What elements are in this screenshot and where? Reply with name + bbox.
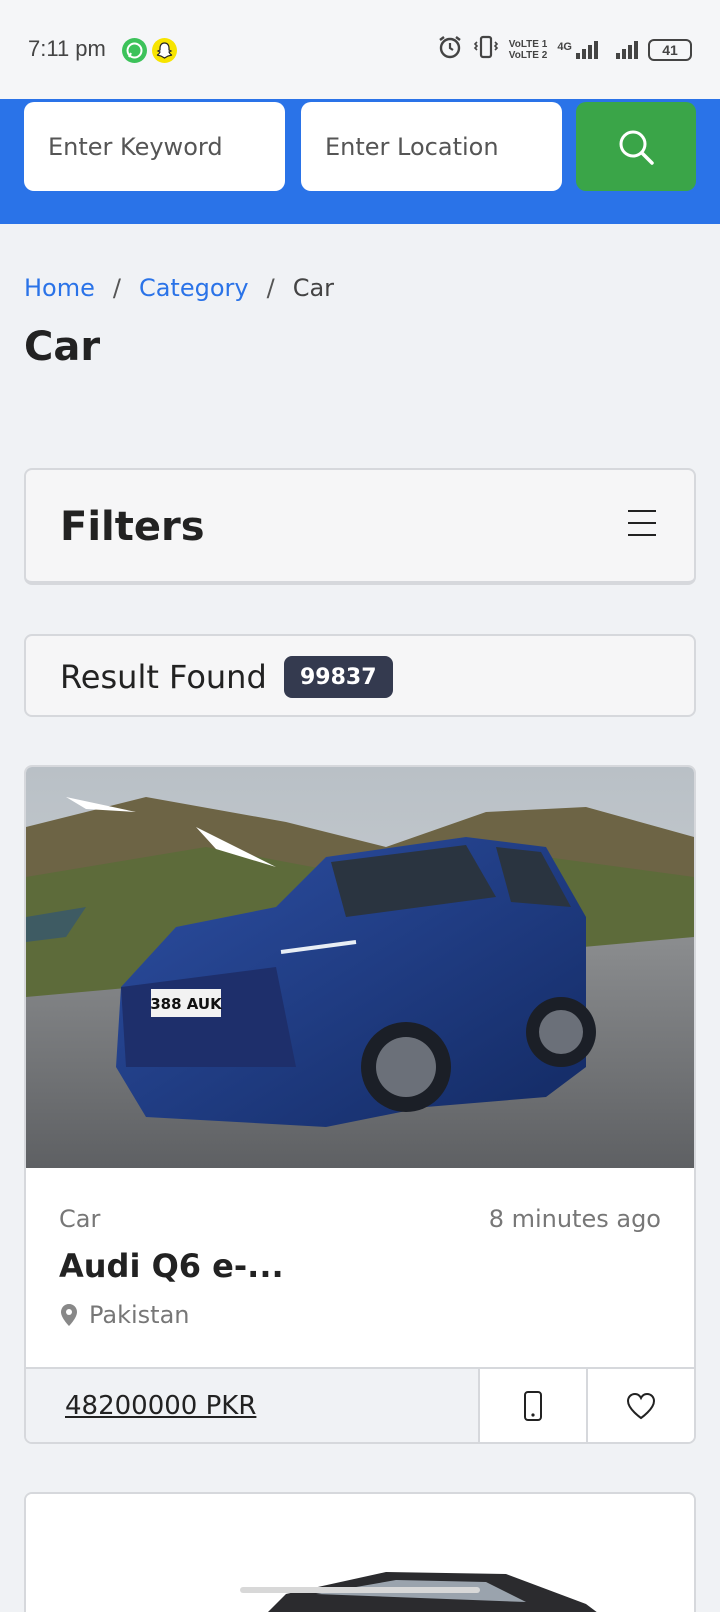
search-header	[0, 99, 720, 224]
vibrate-icon	[473, 34, 499, 65]
listing-location-text: Pakistan	[89, 1301, 190, 1329]
listing-posted-time: 8 minutes ago	[488, 1205, 661, 1233]
status-indicators: VoLTE 1 VoLTE 2 4G 41	[437, 34, 692, 65]
search-button[interactable]	[576, 102, 696, 191]
hamburger-menu-icon[interactable]	[628, 510, 656, 536]
phone-icon	[524, 1390, 542, 1421]
result-label: Result Found	[60, 658, 267, 696]
listing-category: Car	[59, 1205, 101, 1233]
breadcrumb-separator: /	[266, 274, 275, 302]
breadcrumb-separator: /	[112, 274, 121, 302]
home-indicator[interactable]	[240, 1587, 480, 1593]
status-bar: 7:11 pm VoLTE 1 VoLTE 2 4G 41	[0, 0, 720, 99]
listing-card[interactable]	[24, 1492, 696, 1612]
filters-title: Filters	[60, 504, 205, 550]
signal-icon-2	[616, 40, 638, 59]
whatsapp-icon	[122, 38, 147, 63]
signal-icon: 4G	[557, 40, 598, 59]
result-count-badge: 99837	[284, 656, 393, 698]
listing-card[interactable]: 388 AUK Car 8 minutes ago Audi Q6 e-... …	[24, 765, 696, 1444]
listing-image[interactable]: 388 AUK	[26, 767, 694, 1168]
alarm-icon	[437, 34, 463, 65]
search-icon	[619, 130, 654, 165]
network-type: 4G	[557, 40, 572, 53]
breadcrumb: Home / Category / Car	[24, 274, 334, 302]
breadcrumb-current: Car	[292, 274, 335, 302]
breadcrumb-category[interactable]: Category	[139, 274, 249, 302]
page-title: Car	[24, 324, 101, 370]
license-plate-text: 388 AUK	[150, 995, 223, 1013]
keyword-input[interactable]	[24, 102, 285, 191]
heart-icon	[626, 1392, 656, 1419]
call-button[interactable]	[478, 1369, 586, 1442]
listing-title[interactable]: Audi Q6 e-...	[59, 1247, 284, 1285]
result-summary: Result Found 99837	[24, 634, 696, 717]
status-time: 7:11 pm	[28, 36, 106, 61]
battery-icon: 41	[648, 38, 692, 61]
filters-panel[interactable]: Filters	[24, 468, 696, 585]
location-input[interactable]	[301, 102, 562, 191]
breadcrumb-home[interactable]: Home	[24, 274, 95, 302]
listing-price[interactable]: 48200000 PKR	[26, 1369, 478, 1442]
favorite-button[interactable]	[586, 1369, 694, 1442]
snapchat-icon	[152, 38, 177, 63]
location-pin-icon	[61, 1304, 77, 1326]
listing-location: Pakistan	[59, 1301, 190, 1329]
volte-indicator: VoLTE 1 VoLTE 2	[508, 38, 548, 61]
listing-footer: 48200000 PKR	[26, 1367, 694, 1442]
listing-image[interactable]	[26, 1494, 694, 1612]
